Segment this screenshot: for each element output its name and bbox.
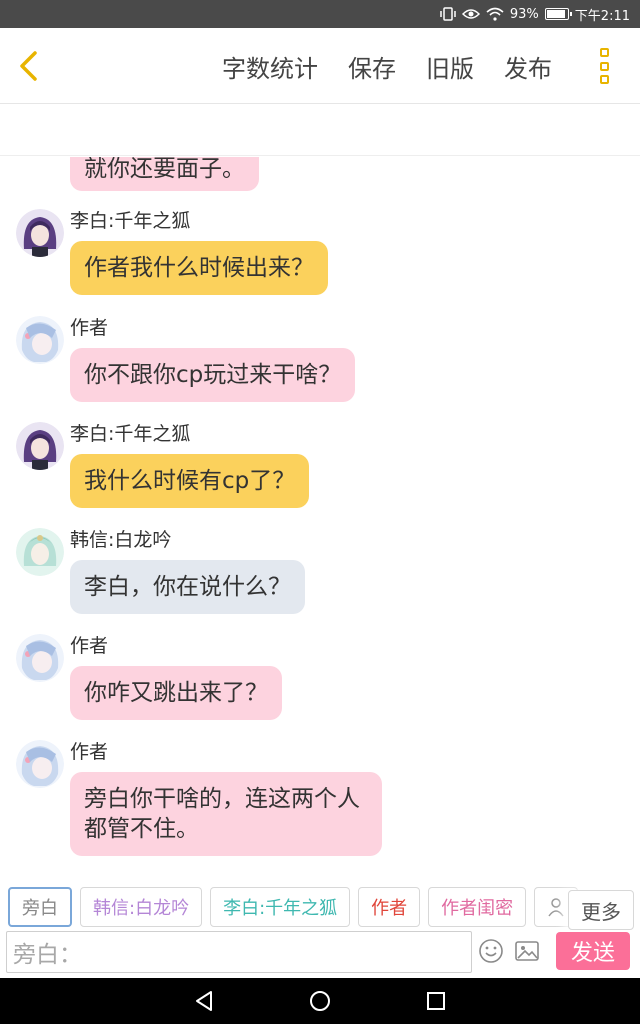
send-button[interactable]: 发送 — [556, 932, 630, 970]
person-icon — [548, 898, 564, 917]
avatar-hanxin[interactable] — [16, 528, 64, 576]
clock: 下午2:11 — [574, 8, 630, 24]
top-bar: 字数统计 保存 旧版 发布 — [0, 28, 640, 104]
message-bubble: 我什么时候有cp了？ — [70, 454, 310, 508]
sender-name: 李白:千年之狐 — [70, 423, 191, 445]
battery-fill — [546, 10, 565, 18]
avatar-libai[interactable] — [16, 422, 64, 470]
avatar-author[interactable] — [16, 634, 64, 682]
system-nav-bar — [0, 978, 640, 1024]
message-bubble: 旁白你干啥的，连这两个人都管不住。 — [70, 772, 382, 856]
wifi-icon — [486, 7, 504, 21]
status-bar: 93% 下午2:11 — [0, 0, 640, 28]
sender-name: 李白:千年之狐 — [70, 210, 191, 232]
sender-name: 韩信:白龙吟 — [70, 529, 172, 551]
avatar-author[interactable] — [16, 316, 64, 364]
more-characters-button[interactable]: 更多 — [568, 890, 634, 930]
avatar-author[interactable] — [16, 740, 64, 788]
chip-author-bestie[interactable]: 作者闺密 — [428, 887, 527, 927]
emoji-icon[interactable] — [478, 938, 504, 964]
eye-icon — [461, 8, 480, 20]
chevron-left-icon — [20, 51, 37, 81]
chip-author[interactable]: 作者 — [358, 887, 421, 927]
battery-icon — [544, 8, 572, 20]
home-circle-icon[interactable] — [307, 988, 333, 1014]
old-version-button[interactable]: 旧版 — [426, 49, 474, 84]
message-bubble: 你咋又跳出来了？ — [70, 666, 282, 720]
chip-hanxin[interactable]: 韩信:白龙吟 — [80, 887, 203, 927]
recents-square-icon[interactable] — [423, 988, 449, 1014]
message-bubble: 李白，你在说什么？ — [70, 560, 305, 614]
chip-narrator[interactable]: 旁白 — [8, 887, 72, 927]
sender-name: 作者 — [70, 741, 109, 763]
message-bubble-partial: 就你还要面子。 — [70, 157, 259, 191]
sender-name: 作者 — [70, 317, 109, 339]
battery-percent: 93% — [509, 6, 539, 22]
chip-libai[interactable]: 李白:千年之狐 — [210, 887, 351, 927]
more-vertical-icon[interactable] — [592, 48, 616, 84]
message-input[interactable]: 旁白： — [6, 931, 472, 973]
vibrate-icon — [440, 7, 456, 21]
avatar-libai[interactable] — [16, 209, 64, 257]
sub-header — [0, 104, 640, 156]
image-icon[interactable] — [514, 938, 540, 964]
message-bubble: 作者我什么时候出来？ — [70, 241, 328, 295]
publish-button[interactable]: 发布 — [504, 49, 552, 84]
back-button[interactable] — [8, 46, 48, 86]
composer: 旁白： 发送 — [0, 930, 640, 976]
character-selector: 旁白 韩信:白龙吟 李白:千年之狐 作者 作者闺密 更多 — [0, 884, 640, 930]
save-button[interactable]: 保存 — [348, 49, 396, 84]
message-bubble: 你不跟你cp玩过来干啥？ — [70, 348, 356, 402]
sender-name: 作者 — [70, 635, 109, 657]
chat-area[interactable]: 就你还要面子。 李白:千年之狐 作者我什么时候出来？ 作者 你不跟你cp玩过来干… — [0, 157, 640, 875]
word-count-button[interactable]: 字数统计 — [222, 49, 318, 84]
back-triangle-icon[interactable] — [191, 988, 217, 1014]
header-actions: 字数统计 保存 旧版 发布 — [222, 28, 552, 104]
